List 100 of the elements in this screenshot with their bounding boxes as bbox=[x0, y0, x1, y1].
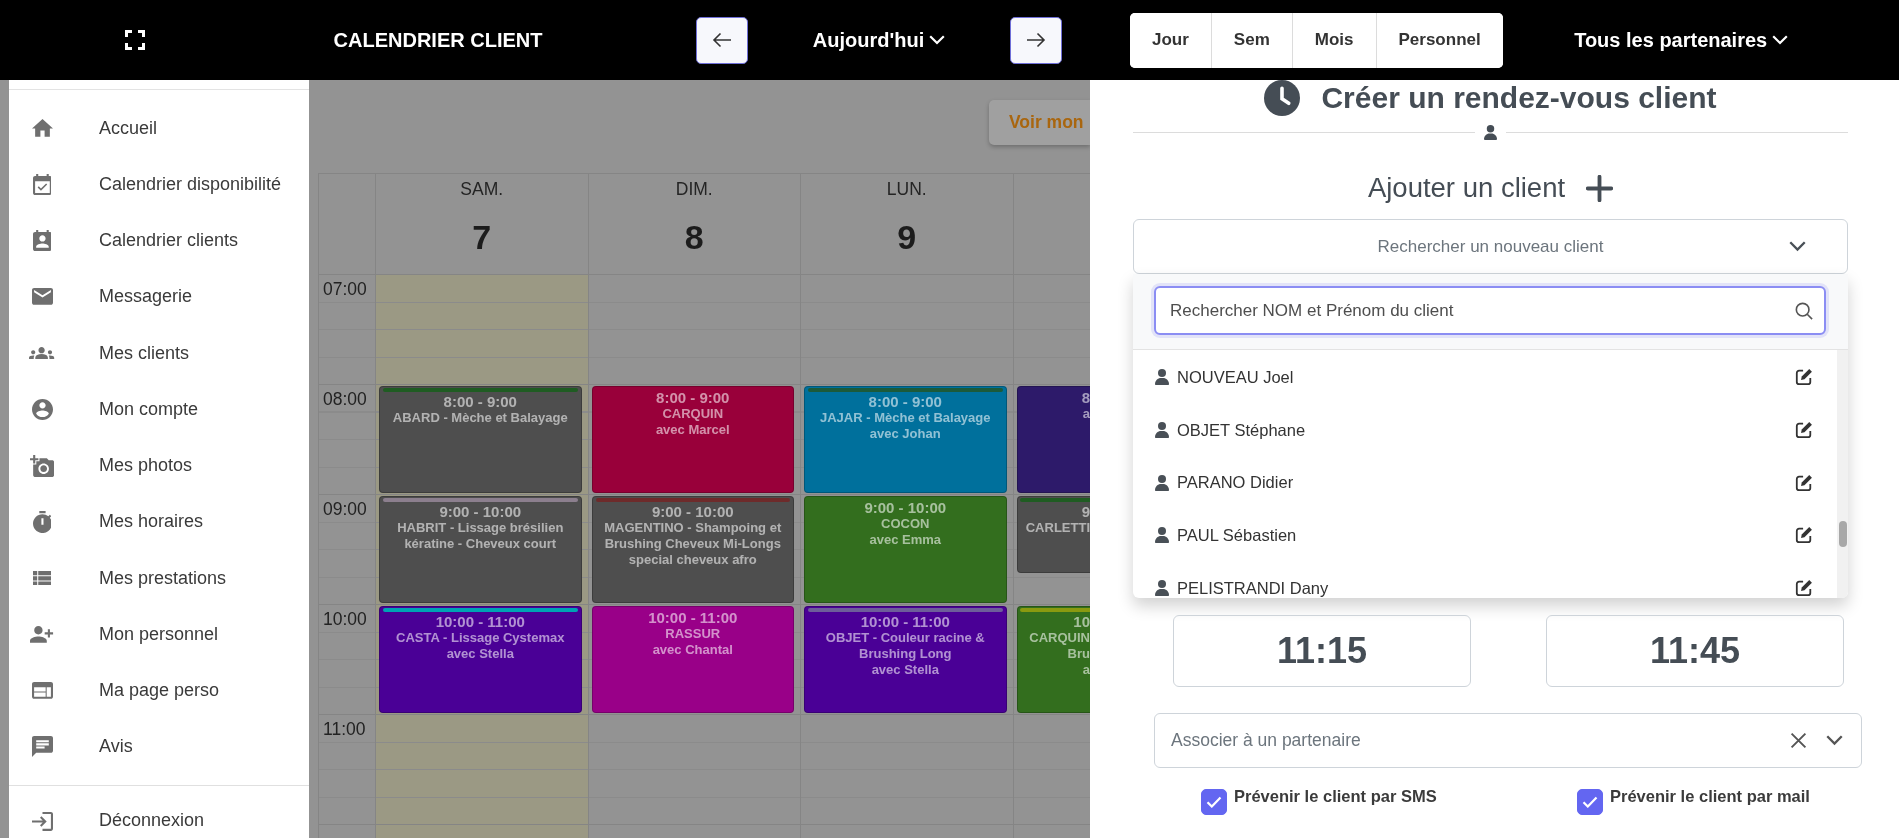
previous-button[interactable] bbox=[696, 16, 748, 64]
sidebar-item[interactable]: Messagerie bbox=[9, 268, 309, 325]
calendar-check-icon bbox=[32, 173, 52, 195]
checkbox-label: Prévenir le client par mail bbox=[1610, 786, 1810, 806]
appointment-text: Bru bbox=[1066, 646, 1090, 662]
appointment-text: ABARD - Mèche et Balayage bbox=[391, 410, 569, 426]
appointment-text: CARQUIN bbox=[1028, 630, 1090, 646]
appointment-time: 9 bbox=[1080, 503, 1090, 520]
view-tab[interactable]: Jour bbox=[1130, 12, 1212, 68]
day-number: 9 bbox=[897, 218, 917, 256]
edit-icon[interactable] bbox=[1795, 368, 1813, 387]
arrow-right-icon bbox=[1026, 32, 1046, 48]
sidebar-item[interactable]: Calendrier clients bbox=[9, 212, 309, 269]
appointment-text: CARLETTI bbox=[1024, 520, 1090, 536]
client-option[interactable]: PAUL Sébastien bbox=[1155, 525, 1795, 545]
add-client-button[interactable]: Ajouter un client bbox=[1133, 168, 1848, 208]
appointment-time: 9:00 - 10:00 bbox=[863, 499, 948, 516]
time-label: 08:00 bbox=[323, 389, 367, 409]
checkbox-label: Prévenir le client par SMS bbox=[1234, 786, 1437, 806]
client-select[interactable]: Rechercher un nouveau client bbox=[1133, 219, 1848, 274]
appointment-card[interactable]: 9 CARLETTI bbox=[1016, 496, 1090, 573]
scrollbar[interactable] bbox=[1837, 350, 1848, 598]
edit-icon[interactable] bbox=[1795, 526, 1813, 545]
appointment-time: 10:00 - 11:00 bbox=[434, 613, 526, 630]
appointment-text: COCON bbox=[880, 516, 931, 532]
sidebar-item[interactable]: Ma page perso bbox=[9, 662, 309, 719]
list-icon bbox=[32, 570, 52, 586]
check-icon bbox=[1206, 796, 1222, 808]
chevron-down-icon bbox=[1772, 35, 1789, 45]
camera-plus-icon bbox=[29, 454, 55, 477]
edit-icon[interactable] bbox=[1795, 473, 1813, 492]
day-name: DIM. bbox=[675, 179, 713, 199]
day-number: 7 bbox=[472, 218, 492, 256]
client-option[interactable]: OBJET Stéphane bbox=[1155, 420, 1795, 440]
end-time-field[interactable]: 11:45 bbox=[1546, 615, 1844, 687]
partner-filter-dropdown[interactable]: Tous les partenaires bbox=[1574, 28, 1789, 52]
page-title: CALENDRIER CLIENT bbox=[333, 28, 543, 52]
day-name: LUN. bbox=[886, 179, 927, 199]
checkbox[interactable] bbox=[1201, 789, 1227, 815]
appointment-time: 8 bbox=[1080, 389, 1090, 406]
appointment-time: 8:00 - 9:00 bbox=[442, 393, 518, 410]
sidebar-item[interactable]: Mes clients bbox=[9, 325, 309, 382]
client-option[interactable]: PELISTRANDI Dany bbox=[1155, 578, 1795, 598]
sidebar-item[interactable]: Mes horaires bbox=[9, 493, 309, 550]
start-time-field[interactable]: 11:15 bbox=[1173, 615, 1471, 687]
appointment-text: avec Johan bbox=[868, 426, 942, 442]
checkbox[interactable] bbox=[1577, 789, 1603, 815]
arrow-left-icon bbox=[712, 32, 732, 48]
chevron-down-icon[interactable] bbox=[1826, 735, 1843, 746]
edit-icon[interactable] bbox=[1795, 421, 1813, 440]
time-label: 07:00 bbox=[323, 279, 367, 299]
envelope-icon bbox=[31, 288, 53, 306]
fullscreen-icon[interactable] bbox=[125, 30, 145, 50]
chevron-down-icon bbox=[1789, 241, 1806, 252]
client-option[interactable]: PARANO Didier bbox=[1155, 473, 1795, 493]
time-label: 10:00 bbox=[323, 609, 367, 629]
sidebar-item[interactable]: Mon personnel bbox=[9, 606, 309, 663]
appointment-time: 9:00 - 10:00 bbox=[650, 503, 735, 520]
search-icon bbox=[1795, 301, 1813, 320]
client-option[interactable]: NOUVEAU Joel bbox=[1155, 367, 1795, 387]
today-dropdown[interactable]: Aujourd'hui bbox=[812, 28, 946, 52]
sidebar-item[interactable]: Mon compte bbox=[9, 381, 309, 438]
partner-select[interactable]: Associer à un partenaire bbox=[1154, 713, 1862, 768]
logout-item[interactable]: Déconnexion bbox=[9, 786, 309, 835]
panel-title: Créer un rendez-vous client bbox=[1321, 81, 1717, 115]
web-page-icon bbox=[31, 682, 53, 699]
appointment-time: 8:00 - 9:00 bbox=[655, 389, 731, 406]
user-icon bbox=[1155, 580, 1169, 597]
sidebar-item[interactable]: Accueil bbox=[9, 100, 309, 157]
user-icon bbox=[1155, 422, 1169, 439]
user-icon bbox=[1484, 124, 1497, 140]
contact-calendar-icon bbox=[32, 230, 52, 252]
appointment-time: 10:00 - 11:00 bbox=[859, 613, 951, 630]
arrow-box-icon bbox=[31, 812, 53, 831]
time-slot[interactable]: 9 CARLETTI bbox=[1013, 495, 1090, 605]
appointment-text: CASTA - Lissage Cystemax bbox=[395, 630, 566, 646]
appointment-text: HABRIT - Lissage brésilien kératine - Cheveux court bbox=[396, 520, 565, 552]
user-icon bbox=[1155, 527, 1169, 544]
appointment-text: CARQUIN bbox=[661, 406, 725, 422]
appointment-text: a bbox=[1081, 406, 1090, 422]
chevron-down-icon bbox=[929, 35, 946, 45]
person-plus-icon bbox=[30, 625, 54, 643]
close-icon[interactable] bbox=[1790, 732, 1807, 749]
sidebar-item[interactable]: Avis bbox=[9, 718, 309, 775]
sidebar-item[interactable]: Calendrier disponibilité bbox=[9, 156, 309, 213]
day-name: SAM. bbox=[460, 179, 504, 199]
next-button[interactable] bbox=[1010, 16, 1062, 64]
plus-icon bbox=[1586, 174, 1614, 202]
time-label: 11:00 bbox=[323, 719, 366, 739]
sidebar-item[interactable]: Mes photos bbox=[9, 437, 309, 494]
appointment-text: MAGENTINO - Shampoing et Brushing Cheveux Mi-Longs special cheveux afro bbox=[603, 520, 783, 568]
appointment-text: a bbox=[1081, 662, 1090, 678]
check-icon bbox=[1582, 796, 1598, 808]
sidebar-item[interactable]: Mes prestations bbox=[9, 550, 309, 607]
client-search-field[interactable]: Rechercher NOM et Prénom du client bbox=[1154, 286, 1826, 335]
edit-icon[interactable] bbox=[1795, 579, 1813, 598]
appointment-time: 8:00 - 9:00 bbox=[867, 393, 943, 410]
time-label: 09:00 bbox=[323, 499, 367, 519]
appointment-text: avec Marcel bbox=[654, 422, 731, 438]
appointment-time: 9:00 - 10:00 bbox=[438, 503, 523, 520]
